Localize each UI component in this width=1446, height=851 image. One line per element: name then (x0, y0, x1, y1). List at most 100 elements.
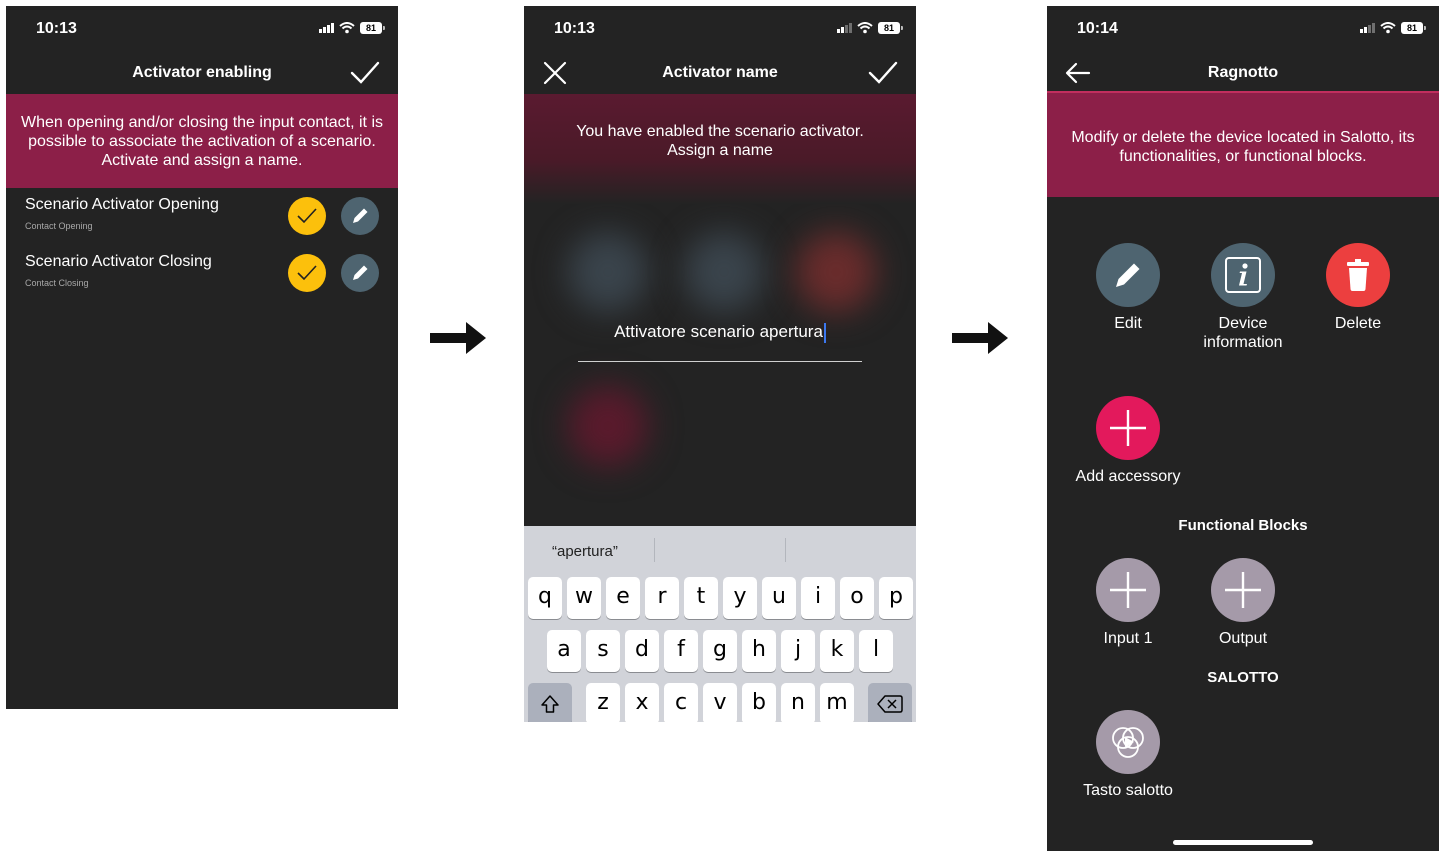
status-bar: 10:14 81 (1047, 6, 1439, 52)
check-icon (297, 265, 317, 281)
item-title: Scenario Activator Opening (25, 196, 219, 213)
pencil-icon (353, 208, 368, 223)
key[interactable]: f (664, 630, 698, 672)
input-1-button[interactable] (1096, 558, 1160, 622)
key[interactable]: h (742, 630, 776, 672)
input-1-block[interactable]: Input 1 (1063, 558, 1193, 648)
key[interactable]: z (586, 683, 620, 722)
info-banner: Modify or delete the device located in S… (1047, 91, 1439, 197)
edit-name-button[interactable] (341, 197, 379, 235)
signal-icon (837, 23, 852, 33)
key[interactable]: b (742, 683, 776, 722)
shift-icon (541, 695, 559, 713)
key[interactable]: k (820, 630, 854, 672)
scene-icon (1112, 727, 1144, 758)
backspace-icon (877, 695, 903, 713)
key[interactable]: n (781, 683, 815, 722)
home-indicator[interactable] (1173, 840, 1313, 845)
page-title: Activator enabling (132, 64, 272, 81)
enable-check-button[interactable] (288, 254, 326, 292)
key[interactable]: o (840, 577, 874, 619)
confirm-check-icon[interactable] (350, 58, 380, 88)
screen-device-ragnotto: 10:14 81 Ragnotto Modify or delete the d… (1047, 6, 1439, 851)
arrow-right-icon (952, 322, 1008, 354)
output-button[interactable] (1211, 558, 1275, 622)
list-item-activator-closing[interactable]: Scenario Activator Closing Contact Closi… (6, 249, 398, 305)
name-input-value[interactable]: Attivatore scenario apertura (614, 322, 823, 341)
screen-activator-enabling: 10:13 81 Activator enabling When opening… (6, 6, 398, 709)
screen-activator-name: 10:13 81 Activator name You have enabled… (524, 6, 916, 722)
wifi-icon (1380, 22, 1396, 34)
plus-icon (1225, 572, 1261, 608)
text-caret (823, 322, 826, 343)
signal-icon (319, 23, 334, 33)
delete-action[interactable]: Delete (1293, 243, 1423, 333)
key[interactable]: g (703, 630, 737, 672)
device-information-action[interactable]: Device information (1178, 243, 1308, 352)
suggestion-item[interactable]: “apertura” (552, 543, 618, 560)
scene-tasto-salotto[interactable]: Tasto salotto (1063, 710, 1193, 800)
status-time: 10:13 (554, 20, 595, 37)
key[interactable]: e (606, 577, 640, 619)
functional-blocks-heading: Functional Blocks (1178, 517, 1308, 534)
key[interactable]: y (723, 577, 757, 619)
battery-icon: 81 (1401, 22, 1426, 34)
info-banner: When opening and/or closing the input co… (6, 94, 398, 188)
backspace-key[interactable] (868, 683, 912, 722)
key[interactable]: w (567, 577, 601, 619)
key[interactable]: u (762, 577, 796, 619)
key[interactable]: i (801, 577, 835, 619)
keyboard: “apertura” q w e r t y u i o p a s d f g… (524, 526, 916, 722)
key[interactable]: m (820, 683, 854, 722)
key[interactable]: q (528, 577, 562, 619)
key[interactable]: v (703, 683, 737, 722)
key[interactable]: j (781, 630, 815, 672)
suggestion-bar: “apertura” (524, 526, 916, 572)
check-icon (297, 208, 317, 224)
shift-key[interactable] (528, 683, 572, 722)
device-information-button[interactable] (1211, 243, 1275, 307)
wifi-icon (339, 22, 355, 34)
arrow-right-icon (430, 322, 486, 354)
confirm-check-icon[interactable] (868, 58, 898, 88)
key[interactable]: a (547, 630, 581, 672)
delete-button[interactable] (1326, 243, 1390, 307)
list-item-activator-opening[interactable]: Scenario Activator Opening Contact Openi… (6, 192, 398, 248)
edit-name-button[interactable] (341, 254, 379, 292)
page-title: Ragnotto (1207, 64, 1279, 81)
add-accessory-label: Add accessory (1075, 468, 1181, 485)
info-banner: You have enabled the scenario activator.… (524, 94, 916, 204)
key[interactable]: r (645, 577, 679, 619)
key[interactable]: d (625, 630, 659, 672)
status-bar: 10:13 81 (6, 6, 398, 52)
key[interactable]: l (859, 630, 893, 672)
output-block[interactable]: Output (1178, 558, 1308, 648)
battery-icon: 81 (360, 22, 385, 34)
pencil-icon (1116, 263, 1140, 287)
signal-icon (1360, 23, 1375, 33)
edit-button[interactable] (1096, 243, 1160, 307)
edit-label: Edit (1114, 315, 1142, 332)
key[interactable]: s (586, 630, 620, 672)
enable-check-button[interactable] (288, 197, 326, 235)
scene-button[interactable] (1096, 710, 1160, 774)
page-title: Activator name (662, 64, 778, 81)
item-title: Scenario Activator Closing (25, 253, 212, 270)
item-subtitle: Contact Closing (25, 278, 89, 288)
key[interactable]: p (879, 577, 913, 619)
nav-bar: Activator enabling (6, 52, 398, 94)
edit-action[interactable]: Edit (1063, 243, 1193, 333)
item-subtitle: Contact Opening (25, 221, 93, 231)
name-input[interactable]: Attivatore scenario apertura (578, 316, 862, 362)
key[interactable]: c (664, 683, 698, 722)
status-bar: 10:13 81 (524, 6, 916, 52)
nav-bar: Activator name (524, 52, 916, 94)
plus-icon (1110, 410, 1146, 446)
device-information-label: Device information (1203, 315, 1283, 351)
add-accessory-button[interactable] (1096, 396, 1160, 460)
status-time: 10:13 (36, 20, 77, 37)
key[interactable]: x (625, 683, 659, 722)
key[interactable]: t (684, 577, 718, 619)
plus-icon (1110, 572, 1146, 608)
add-accessory-action[interactable]: Add accessory (1063, 396, 1193, 486)
